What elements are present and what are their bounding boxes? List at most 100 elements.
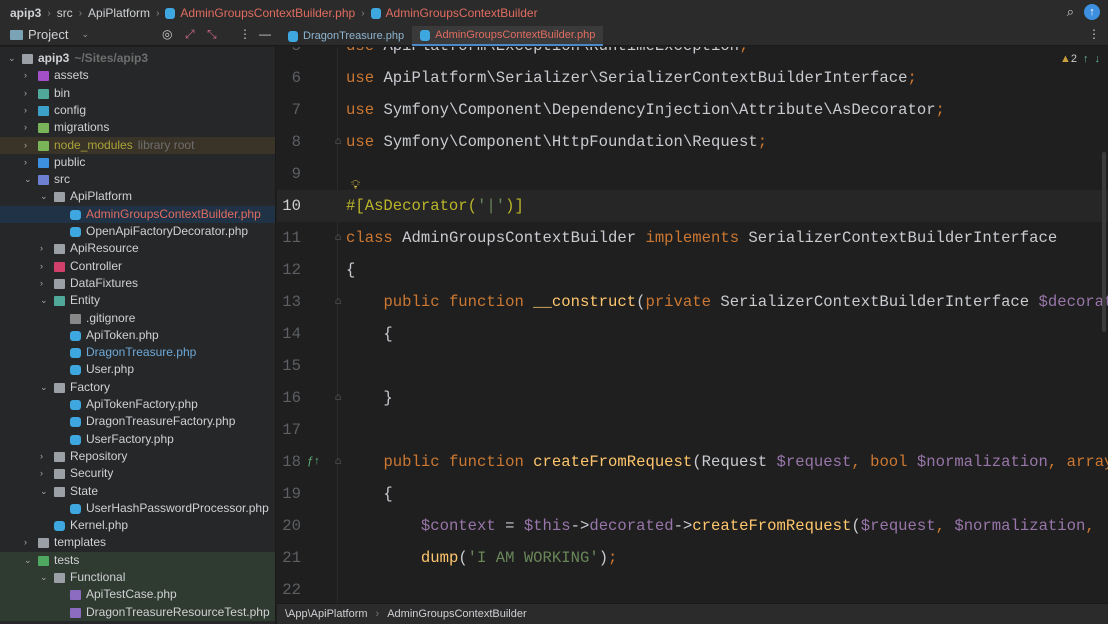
chevron-right-icon[interactable]: › [40, 448, 50, 465]
breadcrumb-src[interactable]: src [57, 6, 73, 20]
code-line: 14 { [277, 318, 1108, 350]
project-view-selector[interactable]: Project ⌄ [10, 27, 89, 42]
tree-item[interactable]: › bin [0, 85, 275, 102]
tree-item[interactable]: Kernel.php [0, 517, 275, 534]
chevron-right-icon[interactable]: › [40, 465, 50, 482]
chevron-down-icon[interactable]: ⌄ [40, 483, 50, 500]
tree-item-label: .gitignore [86, 310, 136, 325]
inspection-widget[interactable]: ▲2 ↑ ↓ [1060, 53, 1100, 65]
fold-icon[interactable]: ⌂ [335, 446, 342, 478]
tree-item[interactable]: User.php [0, 361, 275, 378]
code-line: 6 use ApiPlatform\Serializer\SerializerCo… [277, 62, 1108, 94]
fold-icon[interactable]: ⌂ [335, 126, 342, 158]
tree-item[interactable]: › DataFixtures [0, 275, 275, 292]
editor-breadcrumb: \App\ApiPlatform › AdminGroupsContextBuild… [277, 603, 1108, 624]
tree-item[interactable]: › Repository [0, 448, 275, 465]
tree-item[interactable]: › node_modules library root [0, 136, 275, 154]
chevron-down-icon[interactable]: ⌄ [24, 171, 34, 188]
code-token: ApiPlatform\Exception\RuntimeException [383, 47, 739, 55]
tree-item[interactable]: › Security [0, 465, 275, 482]
chevron-right-icon[interactable]: › [24, 534, 34, 551]
locate-icon[interactable]: ◎ [162, 27, 172, 41]
tree-item[interactable]: › ApiResource [0, 240, 275, 257]
chevron-right-icon[interactable]: › [24, 102, 34, 119]
fold-icon[interactable]: ⌂ [335, 222, 342, 254]
tree-item[interactable]: .gitignore [0, 310, 275, 327]
folder-icon [54, 486, 65, 497]
arrow-down-icon[interactable]: ↓ [1095, 53, 1101, 65]
tree-item[interactable]: ApiTokenFactory.php [0, 396, 275, 413]
tabs-menu-icon[interactable]: ⋮ [1088, 27, 1100, 41]
code-token: ApiPlatform\Serializer\SerializerContext… [383, 69, 908, 87]
navigation-bar: apip3 › src › ApiPlatform › AdminGroupsCont… [0, 0, 1108, 26]
tree-item[interactable]: ⌄ Factory [0, 379, 275, 396]
tree-item[interactable]: AdminGroupsContextBuilder.php [0, 205, 275, 223]
tree-item[interactable]: ⌄ apip3 ~/Sites/apip3 [0, 50, 275, 67]
update-icon[interactable]: ↑ [1084, 4, 1100, 20]
tree-item[interactable]: ⌄ Functional [0, 569, 275, 587]
tree-item[interactable]: › Controller [0, 258, 275, 275]
search-icon[interactable]: ⌕ [1067, 4, 1074, 20]
tree-item[interactable]: ApiTestCase.php [0, 586, 275, 604]
chevron-right-icon[interactable]: › [24, 85, 34, 102]
implements-method-icon[interactable]: ƒ↑ [307, 446, 320, 478]
tree-item[interactable]: UserFactory.php [0, 431, 275, 448]
tree-item[interactable]: DragonTreasureFactory.php [0, 413, 275, 430]
tree-item[interactable]: › templates [0, 534, 275, 551]
chevron-down-icon[interactable]: ⌄ [40, 292, 50, 309]
tree-item[interactable]: ⌄ ApiPlatform [0, 188, 275, 205]
code-editor[interactable]: 5 use ApiPlatform\Exception\RuntimeExcept… [277, 47, 1108, 603]
fold-icon[interactable]: ⌂ [335, 286, 342, 318]
chevron-down-icon[interactable]: ⌄ [40, 188, 50, 205]
tree-item[interactable]: ⌄ Entity [0, 292, 275, 309]
expand-all-icon[interactable]: ⤢ [185, 27, 195, 42]
chevron-down-icon[interactable]: ⌄ [40, 379, 50, 396]
tree-item[interactable]: ⌄ State [0, 483, 275, 500]
tree-item[interactable]: OpenApiFactoryDecorator.php [0, 223, 275, 240]
tree-item[interactable]: › public [0, 154, 275, 171]
scrollbar[interactable] [1102, 152, 1106, 332]
breadcrumb-apiplatform[interactable]: ApiPlatform [88, 6, 150, 20]
tree-item[interactable]: DragonTreasure.php [0, 344, 275, 361]
chevron-down-icon[interactable]: ⌄ [8, 50, 18, 67]
chevron-right-icon[interactable]: › [40, 240, 50, 257]
php-class-icon [370, 7, 381, 19]
arrow-up-icon[interactable]: ↑ [1083, 53, 1089, 65]
breadcrumb-file[interactable]: AdminGroupsContextBuilder.php [180, 6, 355, 20]
fold-icon[interactable]: ⌂ [335, 382, 342, 414]
chevron-right-icon[interactable]: › [24, 154, 34, 171]
tab-0[interactable]: DragonTreasure.php [280, 26, 412, 46]
tree-item[interactable]: › assets [0, 67, 275, 84]
collapse-all-icon[interactable]: ⤡ [207, 27, 217, 42]
hide-icon[interactable]: — [259, 27, 271, 41]
tree-item[interactable]: ApiToken.php [0, 327, 275, 344]
class-crumb[interactable]: AdminGroupsContextBuilder [387, 608, 526, 620]
folder-icon [54, 469, 65, 480]
chevron-right-icon[interactable]: › [40, 258, 50, 275]
folder-icon [38, 555, 49, 566]
tree-item[interactable]: › config [0, 102, 275, 119]
line-number: 10 [282, 197, 301, 215]
chevron-right-icon[interactable]: › [24, 67, 34, 84]
tree-item[interactable]: › migrations [0, 119, 275, 136]
tree-item[interactable]: DragonTreasureResourceTest.php [0, 603, 275, 621]
tree-item[interactable]: ⌄ tests [0, 551, 275, 569]
lightbulb-icon[interactable]: 💡︎ [351, 177, 360, 193]
chevron-right-icon[interactable]: › [40, 275, 50, 292]
chevron-right-icon[interactable]: › [24, 119, 34, 136]
chevron-down-icon[interactable]: ⌄ [24, 552, 34, 569]
code-token: implements [645, 229, 749, 247]
tree-item[interactable]: ⌄ src [0, 171, 275, 188]
breadcrumb-project[interactable]: apip3 [10, 6, 41, 20]
namespace-crumb[interactable]: \App\ApiPlatform [285, 608, 368, 620]
breadcrumb-class[interactable]: AdminGroupsContextBuilder [386, 6, 538, 20]
chevron-right-icon[interactable]: › [24, 137, 34, 154]
line-number: 18 [282, 453, 301, 471]
tree-item[interactable]: UserHashPasswordProcessor.php [0, 500, 275, 517]
options-icon[interactable]: ⋮ [239, 27, 251, 41]
tab-1[interactable]: AdminGroupsContextBuilder.php [412, 26, 604, 46]
folder-icon [38, 157, 49, 168]
code-text: public function createFromRequest(Reques… [346, 446, 1108, 478]
chevron-down-icon[interactable]: ⌄ [40, 569, 50, 586]
